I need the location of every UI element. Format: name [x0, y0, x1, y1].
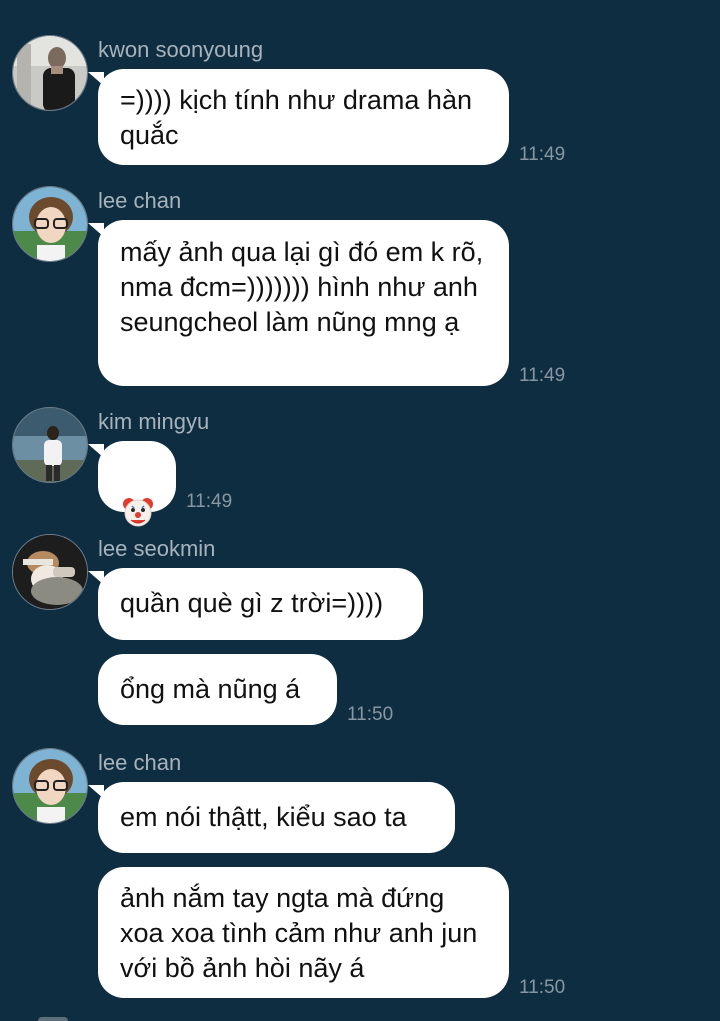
message-timestamp: 11:50 — [347, 704, 394, 725]
sender-name: kim mingyu — [98, 409, 210, 434]
message-bubble[interactable]: ảnh nắm tay ngta mà đứng xoa xoa tình cả… — [98, 867, 509, 998]
message-bubble[interactable] — [98, 441, 176, 527]
chat-thread[interactable]: kwon soonyoung =)))) kịch tính như drama… — [0, 0, 720, 1021]
message-timestamp: 11:49 — [519, 365, 566, 386]
sender-name: kwon soonyoung — [98, 37, 264, 62]
message-timestamp: 11:49 — [519, 144, 566, 165]
message-bubble[interactable]: em nói thậtt, kiểu sao ta — [98, 782, 455, 853]
clown-face-icon — [123, 458, 153, 538]
avatar-kwon-soonyoung[interactable] — [12, 35, 88, 111]
sender-name: lee seokmin — [98, 536, 216, 561]
avatar-lee-seokmin[interactable] — [12, 534, 88, 610]
message-bubble[interactable]: ổng mà nũng á — [98, 654, 337, 725]
message-bubble[interactable]: quần què gì z trời=)))) — [98, 568, 423, 640]
message-timestamp: 11:49 — [186, 491, 233, 512]
avatar-lee-chan[interactable] — [12, 186, 88, 262]
sender-name: lee chan — [98, 750, 182, 775]
message-bubble[interactable]: =)))) kịch tính như drama hàn quắc — [98, 69, 509, 165]
next-avatar-edge — [38, 1017, 68, 1021]
sender-name: lee chan — [98, 188, 182, 213]
avatar-lee-chan[interactable] — [12, 748, 88, 824]
avatar-kim-mingyu[interactable] — [12, 407, 88, 483]
message-timestamp: 11:50 — [519, 977, 566, 998]
message-bubble[interactable]: mấy ảnh qua lại gì đó em k rõ, nma đcm=)… — [98, 220, 509, 386]
